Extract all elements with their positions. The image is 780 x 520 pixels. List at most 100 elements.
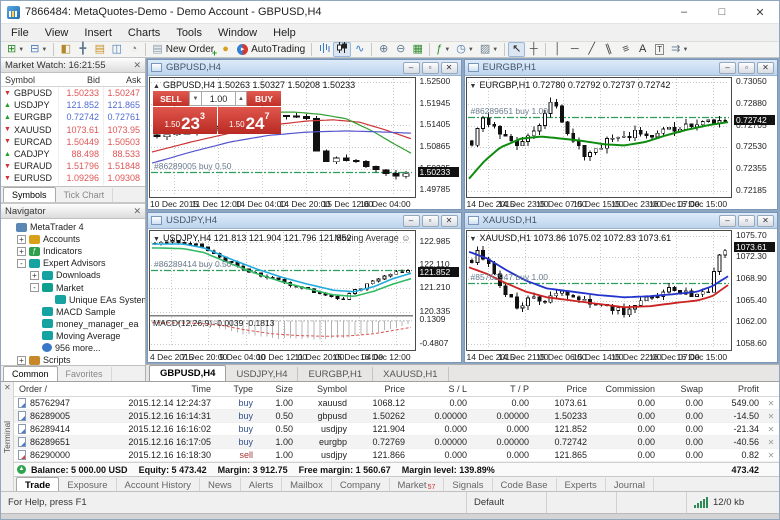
expand-icon[interactable]: +: [17, 355, 26, 365]
column-header-symbol[interactable]: Symbol: [298, 384, 352, 394]
tile-windows-button[interactable]: ▦: [409, 42, 426, 57]
terminal-tab-code-base[interactable]: Code Base: [493, 478, 557, 492]
zoom-in-button[interactable]: ⊕: [375, 42, 392, 57]
fibonacci-button[interactable]: ≡: [617, 42, 634, 57]
terminal-tab-trade[interactable]: Trade: [16, 477, 60, 492]
collapse-icon[interactable]: -: [30, 283, 39, 293]
indicators-button[interactable]: ƒ ▼: [433, 42, 453, 57]
chart-restore-button[interactable]: ▫: [738, 61, 755, 74]
arrows-button[interactable]: ⇉ ▼: [668, 42, 691, 57]
cursor-button[interactable]: ↖: [508, 42, 526, 57]
column-header-type[interactable]: Type: [216, 384, 258, 394]
column-header-sl[interactable]: S / L: [410, 384, 472, 394]
close-icon[interactable]: ✕: [133, 206, 141, 216]
chart-plot[interactable]: ▼ XAUUSD,H1 1073.86 1075.02 1072.83 1073.…: [465, 230, 732, 351]
column-header-price[interactable]: Price: [534, 384, 592, 394]
chart-restore-button[interactable]: ▫: [738, 214, 755, 227]
horizontal-line-button[interactable]: ─: [566, 42, 583, 57]
collapse-arrow-icon[interactable]: ▼: [470, 83, 477, 90]
tab-common[interactable]: Common: [3, 366, 58, 381]
menu-insert[interactable]: Insert: [76, 24, 120, 41]
column-header-profit[interactable]: Profit: [708, 384, 764, 394]
chart-close-button[interactable]: ✕: [440, 61, 458, 74]
tree-item-market[interactable]: - Market: [4, 281, 145, 293]
chart-close-button[interactable]: ✕: [757, 214, 774, 227]
terminal-tab-exposure[interactable]: Exposure: [59, 478, 117, 492]
vertical-line-button[interactable]: │: [549, 42, 566, 57]
market-watch-row[interactable]: ▲ CADJPY 88.498 88.533: [1, 147, 145, 161]
chart-body[interactable]: MACD(12,26,9) -0.0039 -0.1813 ▼ USDJPY,H4 …: [148, 229, 461, 362]
equidistant-channel-button[interactable]: ∥: [600, 42, 617, 57]
collapse-arrow-icon[interactable]: ▼: [470, 236, 477, 243]
market-watch-row[interactable]: ▲ USDJPY 121.852 121.865: [1, 99, 145, 112]
market-watch-row[interactable]: ▼ XAUUSD 1073.61 1073.95: [1, 123, 145, 136]
close-position-button[interactable]: ✕: [764, 425, 778, 434]
terminal-tab-experts[interactable]: Experts: [557, 478, 606, 492]
close-position-button[interactable]: ✕: [764, 399, 778, 408]
chart-candles-button[interactable]: [333, 41, 352, 57]
tree-item-downloads[interactable]: + Downloads: [4, 269, 145, 281]
collapse-arrow-icon[interactable]: ▲: [153, 83, 160, 90]
chart-plot[interactable]: MACD(12,26,9) -0.0039 -0.1813 ▼ USDJPY,H4 …: [149, 230, 416, 351]
tree-item-moving-average[interactable]: Moving Average: [4, 330, 145, 342]
text-label-button[interactable]: T: [651, 42, 668, 57]
sell-button[interactable]: SELL: [153, 91, 189, 106]
templates-button[interactable]: ▨ ▼: [477, 42, 501, 57]
close-position-button[interactable]: ✕: [764, 438, 778, 447]
strategy-tester-button[interactable]: ◔: [125, 42, 142, 57]
chart-titlebar[interactable]: USDJPY,H4 – ▫ ✕: [148, 213, 461, 229]
tree-item-money-manager-ea[interactable]: money_manager_ea: [4, 318, 145, 330]
market-watch-row[interactable]: ▲ EURGBP 0.72742 0.72761: [1, 111, 145, 124]
volume-spinner[interactable]: ▲: [235, 91, 247, 106]
close-button[interactable]: ✕: [741, 1, 779, 23]
menu-charts[interactable]: Charts: [120, 24, 168, 41]
column-header-price[interactable]: Price: [352, 384, 410, 394]
tab-symbols[interactable]: Symbols: [3, 187, 56, 202]
chart-minimize-button[interactable]: –: [719, 61, 736, 74]
chart-titlebar[interactable]: XAUUSD,H1 – ▫ ✕: [464, 213, 777, 229]
terminal-tab-journal[interactable]: Journal: [606, 478, 654, 492]
order-row[interactable]: 86289005 2015.12.16 16:14:31 buy 0.50 gbpusd…: [14, 410, 779, 423]
column-header-bid[interactable]: Bid: [59, 75, 104, 85]
market-watch-row[interactable]: ▼ EURAUD 1.51796 1.51848: [1, 160, 145, 173]
chart-restore-button[interactable]: ▫: [421, 214, 439, 227]
chart-close-button[interactable]: ✕: [440, 214, 458, 227]
minimize-button[interactable]: –: [665, 1, 703, 23]
menu-file[interactable]: File: [3, 24, 37, 41]
profiles-button[interactable]: ⊟ ▼: [27, 42, 50, 57]
close-position-button[interactable]: ✕: [764, 451, 778, 460]
chart-restore-button[interactable]: ▫: [421, 61, 439, 74]
market-watch-toggle-button[interactable]: ◧: [57, 42, 74, 57]
close-icon[interactable]: ✕: [4, 384, 11, 392]
menu-view[interactable]: View: [37, 24, 77, 41]
chart-tab-xauusd-h1[interactable]: XAUUSD,H1: [373, 367, 449, 381]
navigator-toggle-button[interactable]: ▤: [91, 42, 108, 57]
buy-price-button[interactable]: 1.50 24 7: [217, 107, 281, 134]
trendline-button[interactable]: ╱: [583, 42, 600, 57]
chart-titlebar[interactable]: GBPUSD,H4 – ▫ ✕: [148, 60, 461, 76]
order-row[interactable]: 86289414 2015.12.16 16:16:02 buy 0.50 usdjpy…: [14, 423, 779, 436]
close-icon[interactable]: ✕: [133, 60, 141, 70]
column-header-tp[interactable]: T / P: [472, 384, 534, 394]
chart-plot[interactable]: ▼ EURGBP,H1 0.72780 0.72792 0.72737 0.727…: [465, 77, 732, 198]
tree-item-macd-sample[interactable]: MACD Sample: [4, 306, 145, 318]
collapse-arrow-icon[interactable]: ▼: [153, 236, 160, 243]
close-position-button[interactable]: ✕: [764, 412, 778, 421]
chart-minimize-button[interactable]: –: [402, 61, 420, 74]
sell-price-button[interactable]: 1.50 23 3: [153, 107, 217, 134]
expand-icon[interactable]: +: [17, 246, 26, 256]
terminal-tab-alerts[interactable]: Alerts: [241, 478, 283, 492]
column-header-order[interactable]: Order /: [14, 384, 94, 394]
tree-item-expert-advisors[interactable]: - Expert Advisors: [4, 257, 145, 269]
expand-icon[interactable]: +: [30, 270, 39, 280]
terminal-tab-company[interactable]: Company: [332, 478, 390, 492]
collapse-icon[interactable]: -: [17, 258, 26, 268]
chart-titlebar[interactable]: EURGBP,H1 – ▫ ✕: [464, 60, 777, 76]
ea-smiley-icon[interactable]: ☺: [401, 233, 410, 243]
chart-bars-button[interactable]: [315, 42, 333, 57]
text-button[interactable]: A: [634, 42, 651, 57]
tab-tick-chart[interactable]: Tick Chart: [56, 188, 114, 202]
terminal-tab-mailbox[interactable]: Mailbox: [282, 478, 332, 492]
column-header-swap[interactable]: Swap: [660, 384, 708, 394]
chart-tab-usdjpy-h4[interactable]: USDJPY,H4: [226, 367, 299, 381]
